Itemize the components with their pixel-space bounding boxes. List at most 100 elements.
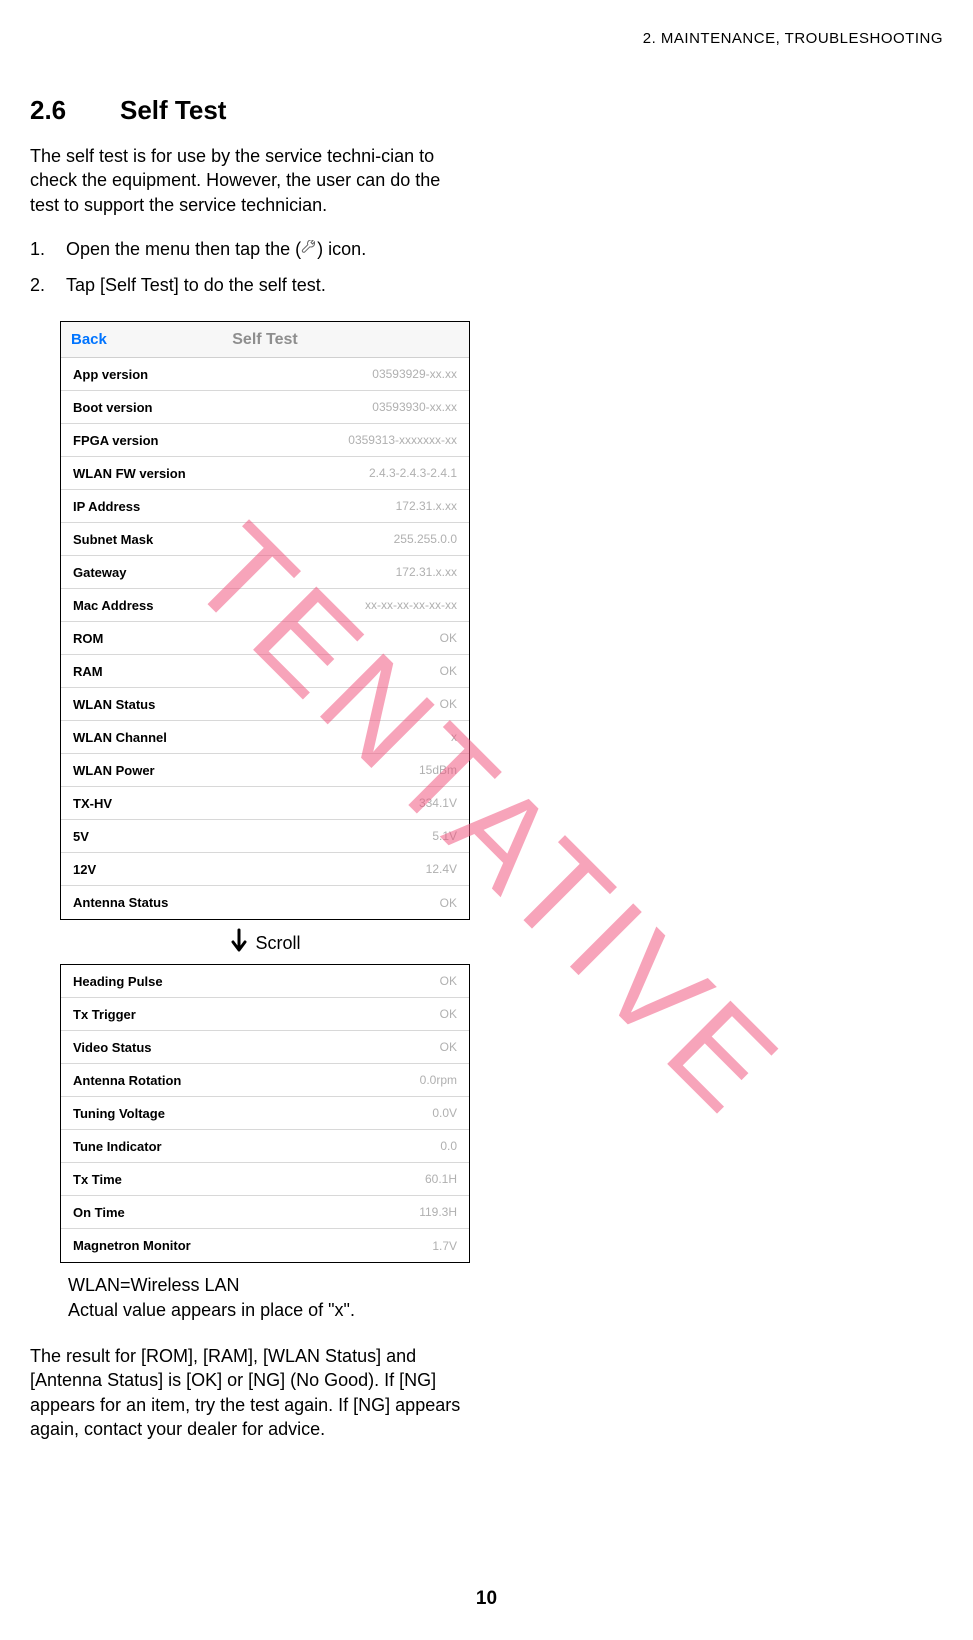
table-row: App version 03593929-xx.xx: [61, 358, 469, 391]
table-row: TX-HV 334.1V: [61, 787, 469, 820]
row-label: WLAN Status: [73, 697, 155, 712]
table-row: Heading Pulse OK: [61, 965, 469, 998]
table-row: WLAN Channelx: [61, 721, 469, 754]
table-row: RAM OK: [61, 655, 469, 688]
row-value: 03593929-xx.xx: [372, 367, 457, 381]
table-row: IP Address 172.31.x.xx: [61, 490, 469, 523]
row-value: OK: [440, 1040, 457, 1054]
row-value: 119.3H: [419, 1205, 457, 1219]
panel-rows: Heading Pulse OK Tx Trigger OK Video Status O…: [61, 965, 469, 1262]
row-label: Mac Address: [73, 598, 153, 613]
row-label: 12V: [73, 862, 96, 877]
row-value: OK: [440, 664, 457, 678]
table-row: Boot version 03593930-xx.xx: [61, 391, 469, 424]
row-value: x: [451, 730, 457, 744]
footnote-line: WLAN=Wireless LAN: [68, 1273, 943, 1297]
row-label: Heading Pulse: [73, 974, 163, 989]
row-label: WLAN FW version: [73, 466, 186, 481]
back-button[interactable]: Back: [71, 331, 107, 348]
row-value: 2.4.3-2.4.3-2.4.1: [369, 466, 457, 480]
row-value: 60.1H: [425, 1172, 457, 1186]
row-label: IP Address: [73, 499, 140, 514]
arrow-down-icon: [229, 928, 249, 958]
row-value: 0.0: [440, 1139, 457, 1153]
row-label: WLAN Power: [73, 763, 155, 778]
result-paragraph: The result for [ROM], [RAM], [WLAN Statu…: [30, 1344, 480, 1441]
table-row: 12V 12.4V: [61, 853, 469, 886]
row-value: xx-xx-xx-xx-xx-xx: [365, 598, 457, 612]
step-2: 2. Tap [Self Test] to do the self test.: [30, 271, 943, 300]
row-value: 5.1V: [432, 829, 457, 843]
row-label: App version: [73, 367, 148, 382]
table-row: Mac Address xx-xx-xx-xx-xx-xx: [61, 589, 469, 622]
table-row: Video Status OK: [61, 1031, 469, 1064]
intro-paragraph: The self test is for use by the service …: [30, 144, 460, 217]
section-title: 2.6Self Test: [30, 95, 943, 126]
steps-list: 1. Open the menu then tap the () icon. 2…: [30, 235, 943, 299]
row-value: 15dBm: [419, 763, 457, 777]
row-label: On Time: [73, 1205, 125, 1220]
row-value: 0.0rpm: [420, 1073, 457, 1087]
page-number: 10: [476, 1588, 497, 1610]
table-row: FPGA version 0359313-xxxxxxx-xx: [61, 424, 469, 457]
table-row: Antenna Status OK: [61, 886, 469, 919]
panel-rows: App version 03593929-xx.xx Boot version 035…: [61, 358, 469, 919]
self-test-panel-2: Heading Pulse OK Tx Trigger OK Video Status O…: [60, 964, 470, 1263]
row-value: 12.4V: [426, 862, 457, 876]
row-value: 0.0V: [432, 1106, 457, 1120]
row-value: OK: [440, 896, 457, 910]
wrench-icon: [301, 236, 317, 265]
footnote-line: Actual value appears in place of "x".: [68, 1298, 943, 1322]
scroll-label: Scroll: [255, 933, 300, 954]
panel-title: Self Test: [232, 331, 298, 349]
step-number: 1.: [30, 235, 66, 265]
row-value: OK: [440, 631, 457, 645]
table-row: ROM OK: [61, 622, 469, 655]
row-label: Tune Indicator: [73, 1139, 162, 1154]
table-row: Tx Trigger OK: [61, 998, 469, 1031]
row-label: Tx Trigger: [73, 1007, 136, 1022]
step-text: Open the menu then tap the () icon.: [66, 235, 366, 265]
panel-header: Back Self Test: [61, 322, 469, 358]
row-label: Tx Time: [73, 1172, 122, 1187]
row-value: 0359313-xxxxxxx-xx: [348, 433, 457, 447]
table-row: Gateway 172.31.x.xx: [61, 556, 469, 589]
table-row: On Time 119.3H: [61, 1196, 469, 1229]
chapter-header: 2. MAINTENANCE, TROUBLESHOOTING: [643, 30, 943, 47]
section-number: 2.6: [30, 95, 120, 126]
row-value: 172.31.x.xx: [396, 565, 457, 579]
step-number: 2.: [30, 271, 66, 300]
scroll-hint: Scroll: [60, 920, 470, 964]
table-row: WLAN FW version 2.4.3-2.4.3-2.4.1: [61, 457, 469, 490]
table-row: Tune Indicator 0.0: [61, 1130, 469, 1163]
row-label: 5V: [73, 829, 89, 844]
row-label: TX-HV: [73, 796, 112, 811]
footnote: WLAN=Wireless LAN Actual value appears i…: [68, 1273, 943, 1322]
row-label: Gateway: [73, 565, 126, 580]
row-value: OK: [440, 974, 457, 988]
row-label: RAM: [73, 664, 103, 679]
table-row: 5V 5.1V: [61, 820, 469, 853]
row-label: Antenna Status: [73, 895, 168, 910]
table-row: Tx Time 60.1H: [61, 1163, 469, 1196]
table-row: WLAN StatusOK: [61, 688, 469, 721]
row-value: 172.31.x.xx: [396, 499, 457, 513]
row-label: Boot version: [73, 400, 152, 415]
row-label: FPGA version: [73, 433, 158, 448]
self-test-panel-1: Back Self Test App version 03593929-xx.xx…: [60, 321, 470, 920]
row-value: OK: [440, 1007, 457, 1021]
row-label: Video Status: [73, 1040, 152, 1055]
table-row: Magnetron Monitor1.7V: [61, 1229, 469, 1262]
row-value: 03593930-xx.xx: [372, 400, 457, 414]
step-1: 1. Open the menu then tap the () icon.: [30, 235, 943, 265]
row-label: ROM: [73, 631, 103, 646]
row-value: 255.255.0.0: [394, 532, 457, 546]
row-label: Tuning Voltage: [73, 1106, 165, 1121]
row-label: Antenna Rotation: [73, 1073, 181, 1088]
row-value: 334.1V: [419, 796, 457, 810]
row-label: Magnetron Monitor: [73, 1238, 191, 1253]
table-row: Antenna Rotation 0.0rpm: [61, 1064, 469, 1097]
table-row: Tuning Voltage 0.0V: [61, 1097, 469, 1130]
row-label: Subnet Mask: [73, 532, 153, 547]
table-row: WLAN Power 15dBm: [61, 754, 469, 787]
